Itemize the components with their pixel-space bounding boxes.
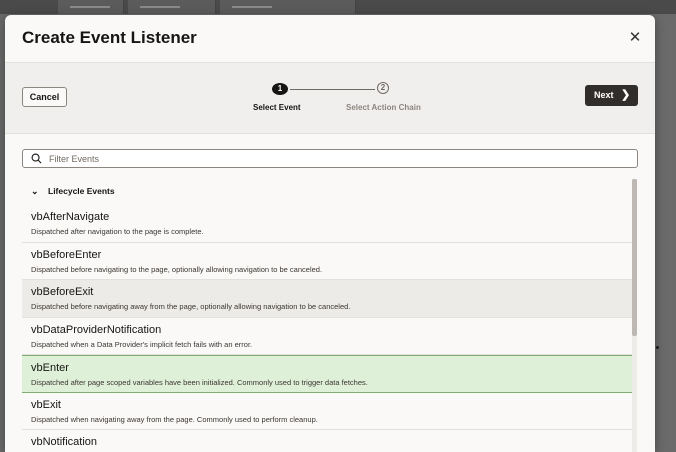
event-name: vbBeforeExit	[31, 286, 94, 298]
event-description: Dispatched after page scoped variables h…	[31, 378, 368, 387]
background-dot	[656, 346, 659, 349]
filter-events-field[interactable]	[22, 149, 638, 168]
next-button[interactable]: Next ❯	[585, 85, 638, 106]
event-name: vbBeforeEnter	[31, 248, 102, 261]
next-button-label: Next	[594, 90, 614, 100]
lifecycle-events-group-header[interactable]: ⌄ Lifecycle Events	[31, 186, 115, 197]
background-tab	[58, 0, 124, 14]
cancel-button[interactable]: Cancel	[22, 87, 67, 107]
event-item-vbbeforeexit[interactable]: vbBeforeExit Dispatched before navigatin…	[22, 280, 632, 318]
event-description: Dispatched when a Data Provider's implic…	[31, 339, 253, 349]
event-name: vbNotification	[31, 436, 98, 448]
wizard-bar: Cancel 1 2 Select Event Select Action Ch…	[5, 62, 655, 134]
close-icon[interactable]: ✕	[626, 29, 644, 47]
event-item-vbdataprovidernotification[interactable]: vbDataProviderNotification Dispatched wh…	[22, 318, 632, 355]
step-1-indicator: 1	[272, 83, 288, 95]
background-tab-bar	[0, 0, 676, 14]
event-description: Dispatched after navigation to the page …	[31, 227, 204, 236]
event-item-vbbeforeenter[interactable]: vbBeforeEnter Dispatched before navigati…	[22, 243, 632, 280]
event-description: Dispatched before navigating to the page…	[31, 264, 323, 274]
search-icon	[31, 153, 42, 164]
event-item-vbenter[interactable]: vbEnter Dispatched after page scoped var…	[22, 355, 632, 393]
group-label: Lifecycle Events	[48, 186, 115, 196]
event-item-vbexit[interactable]: vbExit Dispatched when navigating away f…	[22, 393, 632, 430]
step-1-label: Select Event	[253, 103, 301, 112]
create-event-listener-dialog: Create Event Listener ✕ Cancel 1 2 Selec…	[5, 15, 655, 452]
filter-events-input[interactable]	[49, 152, 629, 165]
scrollbar-thumb[interactable]	[632, 179, 637, 336]
event-description: Dispatched when navigating away from the…	[31, 414, 318, 424]
event-description: Dispatched before navigating away from t…	[31, 302, 351, 311]
dialog-title: Create Event Listener	[22, 28, 197, 47]
background-tab	[128, 0, 216, 14]
step-2-label: Select Action Chain	[346, 103, 421, 112]
background-tab	[220, 0, 356, 14]
chevron-down-icon: ⌄	[31, 186, 39, 196]
event-item-vbafternavigate[interactable]: vbAfterNavigate Dispatched after navigat…	[22, 205, 632, 243]
event-name: vbEnter	[31, 362, 69, 374]
event-name: vbAfterNavigate	[31, 211, 110, 223]
event-name: vbExit	[31, 398, 61, 411]
step-2-indicator: 2	[377, 82, 389, 94]
event-name: vbDataProviderNotification	[31, 323, 162, 336]
chevron-right-icon: ❯	[621, 89, 631, 101]
step-connector	[290, 89, 375, 90]
event-item-vbnotification[interactable]: vbNotification	[22, 430, 632, 452]
event-list: vbAfterNavigate Dispatched after navigat…	[22, 205, 632, 452]
